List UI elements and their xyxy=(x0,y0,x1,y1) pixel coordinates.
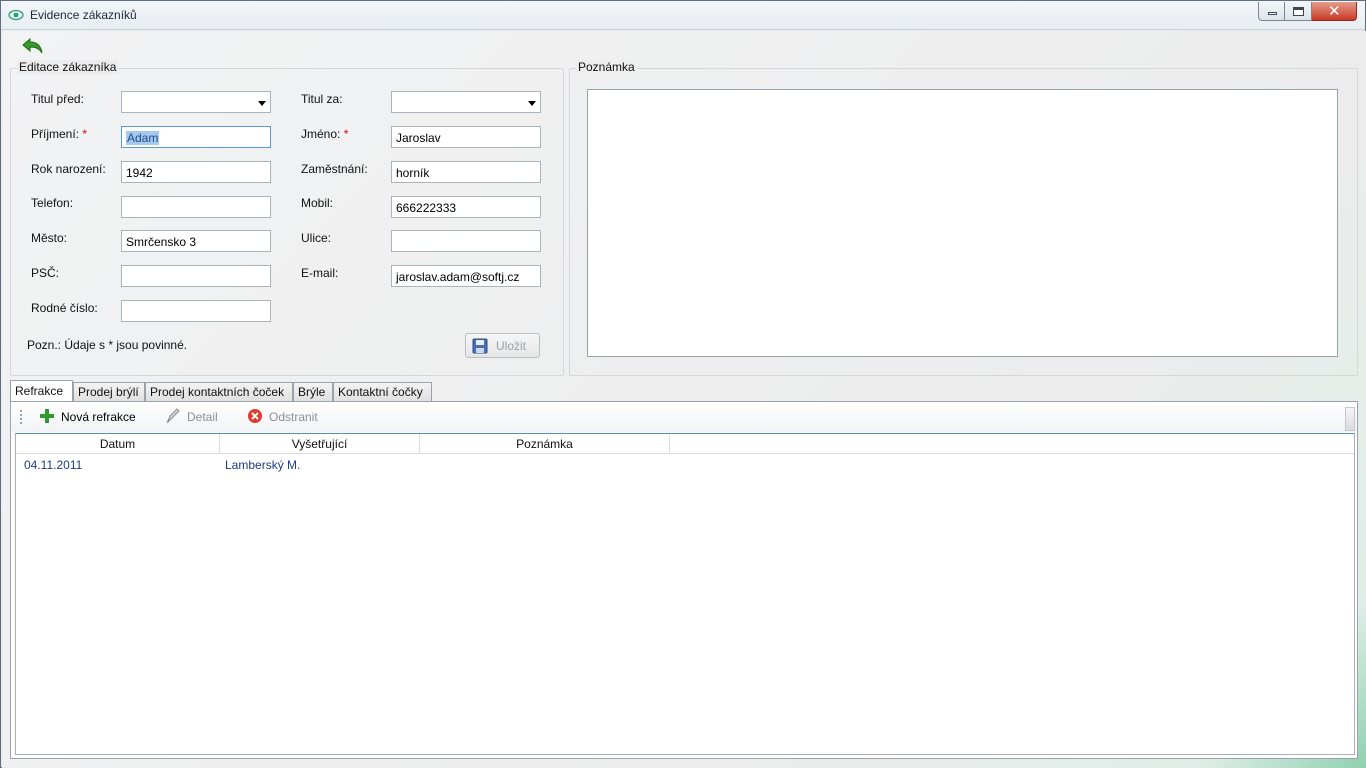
jmeno-label: Jméno: * xyxy=(301,127,348,141)
tab-prodej-kontaktnich-cocek[interactable]: Prodej kontaktních čoček xyxy=(145,382,293,401)
email-value: jaroslav.adam@softj.cz xyxy=(396,270,520,284)
plus-icon xyxy=(40,409,54,423)
mobil-label: Mobil: xyxy=(301,196,334,210)
zamestnani-label: Zaměstnání: xyxy=(301,162,368,176)
tab-label: Refrakce xyxy=(15,384,64,398)
chevron-down-icon[interactable] xyxy=(258,101,266,106)
rok-narozeni-value: 1942 xyxy=(126,166,153,180)
detail-button[interactable]: Detail xyxy=(163,408,233,426)
tab-label: Prodej kontaktních čoček xyxy=(150,385,285,399)
save-button-label: Uložit xyxy=(496,339,527,353)
prijmeni-label: Příjmení: * xyxy=(31,127,87,141)
sub-toolbar: Nová refrakce Detail Odstranit xyxy=(11,402,1357,432)
rok-narozeni-field[interactable]: 1942 xyxy=(121,161,271,183)
jmeno-field[interactable]: Jaroslav xyxy=(391,126,541,148)
title-bar[interactable]: Evidence zákazníků ✕ xyxy=(1,1,1365,30)
prijmeni-field[interactable]: Adam xyxy=(121,126,271,148)
new-refraction-button[interactable]: Nová refrakce xyxy=(37,408,147,426)
titul-za-combo[interactable] xyxy=(391,91,541,113)
minimize-button[interactable] xyxy=(1258,2,1285,21)
delete-label: Odstranit xyxy=(269,410,318,424)
jmeno-label-text: Jméno: xyxy=(301,127,341,141)
prijmeni-value: Adam xyxy=(126,131,160,145)
refraction-grid: Datum Vyšetřující Poznámka 04.11.2011 La… xyxy=(15,433,1355,755)
close-button[interactable]: ✕ xyxy=(1312,2,1357,21)
psc-label: PSČ: xyxy=(31,266,60,280)
titul-za-label: Titul za: xyxy=(301,92,343,106)
maximize-icon xyxy=(1293,7,1304,16)
pen-icon xyxy=(166,408,180,424)
mesto-label: Město: xyxy=(31,231,68,245)
tab-kontaktni-cocky[interactable]: Kontaktní čočky xyxy=(333,382,432,401)
cell-vysetrujici: Lamberský M. xyxy=(225,458,301,472)
column-header-vysetrujici[interactable]: Vyšetřující xyxy=(220,434,420,454)
close-icon: ✕ xyxy=(1328,2,1341,20)
rodne-cislo-label: Rodné číslo: xyxy=(31,301,98,315)
grid-header: Datum Vyšetřující Poznámka xyxy=(16,434,1354,454)
maximize-button[interactable] xyxy=(1285,2,1312,21)
jmeno-value: Jaroslav xyxy=(396,131,441,145)
telefon-field[interactable] xyxy=(121,196,271,218)
mobil-value: 666222333 xyxy=(396,201,457,215)
toolbar-grip[interactable] xyxy=(20,410,22,424)
table-row[interactable]: 04.11.2011 Lamberský M. xyxy=(16,455,1354,475)
new-refraction-label: Nová refrakce xyxy=(61,410,136,424)
toolbar-overflow-button[interactable] xyxy=(1345,407,1355,431)
rok-narozeni-label: Rok narození: xyxy=(31,162,106,176)
content-area: Editace zákazníka Titul před: Titul za: … xyxy=(2,31,1366,768)
refrakce-panel: Nová refrakce Detail Odstranit Datum Vyš… xyxy=(10,401,1358,759)
note-group-title: Poznámka xyxy=(576,60,637,74)
email-label: E-mail: xyxy=(301,266,339,280)
column-header-poznamka[interactable]: Poznámka xyxy=(420,434,670,454)
mesto-value: Smrčensko 3 xyxy=(126,235,197,249)
note-textarea[interactable] xyxy=(587,89,1338,357)
titul-pred-label: Titul před: xyxy=(31,92,84,106)
telefon-label: Telefon: xyxy=(31,196,74,210)
main-window: Evidence zákazníků ✕ Editace zákazníka T… xyxy=(0,0,1366,768)
cell-datum: 04.11.2011 xyxy=(24,458,83,472)
mesto-field[interactable]: Smrčensko 3 xyxy=(121,230,271,252)
note-group: Poznámka xyxy=(569,60,1358,376)
back-arrow-icon[interactable] xyxy=(20,36,46,56)
column-header-datum[interactable]: Datum xyxy=(16,434,220,454)
email-field[interactable]: jaroslav.adam@softj.cz xyxy=(391,265,541,287)
mobil-field[interactable]: 666222333 xyxy=(391,196,541,218)
prijmeni-label-text: Příjmení: xyxy=(31,127,80,141)
chevron-down-icon[interactable] xyxy=(528,101,536,106)
required-mark: * xyxy=(82,127,88,141)
window-title: Evidence zákazníků xyxy=(30,8,137,22)
tab-label: Kontaktní čočky xyxy=(338,385,423,399)
delete-button[interactable]: Odstranit xyxy=(245,408,335,426)
tab-prodej-bryli[interactable]: Prodej brýlí xyxy=(73,382,145,401)
zamestnani-field[interactable]: horník xyxy=(391,161,541,183)
ulice-label: Ulice: xyxy=(301,231,332,245)
delete-icon xyxy=(248,409,262,423)
customer-edit-group: Editace zákazníka Titul před: Titul za: … xyxy=(10,60,564,376)
psc-field[interactable] xyxy=(121,265,271,287)
save-button[interactable]: Uložit xyxy=(465,333,540,358)
zamestnani-value: horník xyxy=(396,166,430,180)
ulice-field[interactable] xyxy=(391,230,541,252)
eye-icon xyxy=(8,9,24,21)
titul-pred-combo[interactable] xyxy=(121,91,271,113)
required-note: Pozn.: Údaje s * jsou povinné. xyxy=(27,338,188,352)
detail-label: Detail xyxy=(187,410,218,424)
tab-label: Brýle xyxy=(298,385,326,399)
minimize-icon xyxy=(1268,12,1277,15)
group-title: Editace zákazníka xyxy=(17,60,119,74)
tab-refrakce[interactable]: Refrakce xyxy=(10,380,73,402)
tab-bryle[interactable]: Brýle xyxy=(293,382,333,401)
tab-label: Prodej brýlí xyxy=(78,385,139,399)
required-mark: * xyxy=(343,127,349,141)
rodne-cislo-field[interactable] xyxy=(121,300,271,322)
floppy-disk-icon xyxy=(472,338,488,354)
